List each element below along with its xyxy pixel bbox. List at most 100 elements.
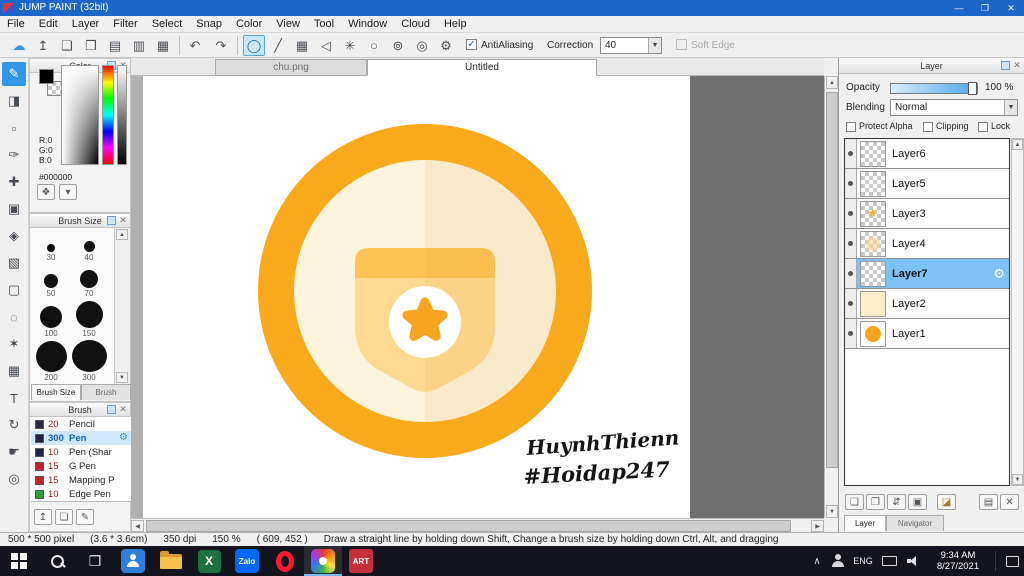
vertical-scrollbar[interactable]: ▲ ▼: [824, 76, 838, 518]
pattern-tool-icon[interactable]: ▦: [2, 359, 26, 383]
menu-snap[interactable]: Snap: [189, 16, 229, 32]
layer-settings-gear-icon[interactable]: ⚙: [993, 266, 1005, 282]
layer-row-layer7[interactable]: Layer7 ⚙: [845, 259, 1009, 289]
spiral-tool-icon[interactable]: ⊚: [387, 35, 409, 56]
layer-row-layer1[interactable]: Layer1: [845, 319, 1009, 349]
comment-icon[interactable]: ❏: [56, 35, 78, 56]
save-icon[interactable]: ☁: [8, 35, 30, 56]
protect-alpha-checkbox[interactable]: [846, 122, 856, 132]
brush-item-mapping-pen[interactable]: 15 Mapping P: [31, 473, 131, 487]
correction-dropdown[interactable]: 40 ▼: [600, 37, 662, 54]
close-panel-icon[interactable]: ✕: [1012, 59, 1022, 72]
float-panel-icon[interactable]: [107, 216, 116, 225]
layer-row-layer5[interactable]: Layer5: [845, 169, 1009, 199]
task-view-button[interactable]: ❐: [76, 546, 114, 576]
tab-brush-control[interactable]: Brush Control: [81, 384, 131, 412]
brush-size-100[interactable]: 100: [37, 300, 65, 338]
hand-tool-icon[interactable]: ☛: [2, 440, 26, 464]
float-panel-icon[interactable]: [1001, 61, 1010, 70]
opacity-slider-handle[interactable]: [968, 82, 977, 95]
tray-user-button[interactable]: [827, 546, 849, 576]
close-panel-icon[interactable]: ✕: [118, 214, 128, 227]
select-rect-tool-icon[interactable]: ▢: [2, 278, 26, 302]
ellipse-tool-icon[interactable]: ◯: [243, 35, 265, 56]
softedge-checkbox[interactable]: [676, 39, 687, 50]
circle-tool-icon[interactable]: ○: [363, 35, 385, 56]
hue-bar[interactable]: [102, 65, 114, 165]
saturation-value-picker[interactable]: [61, 65, 99, 165]
brush-item-edge-pen[interactable]: 10 Edge Pen: [31, 487, 131, 501]
lasso-tool-icon[interactable]: ◌: [2, 305, 26, 329]
layer-visibility-icon[interactable]: [845, 169, 857, 198]
brush-item-pen-sharp[interactable]: 10 Pen (Shar: [31, 445, 131, 459]
rotate-tool-icon[interactable]: ↻: [2, 413, 26, 437]
layer-visibility-icon[interactable]: [845, 259, 857, 288]
scroll-down-icon[interactable]: ▼: [1012, 474, 1023, 485]
tab-navigator[interactable]: Navigator: [886, 515, 944, 531]
new-layer-icon[interactable]: ❏: [845, 494, 864, 510]
tab-layer[interactable]: Layer: [844, 515, 886, 531]
scroll-down-icon[interactable]: ▼: [826, 505, 838, 518]
layer-visibility-icon[interactable]: [845, 229, 857, 258]
brush-item-pencil[interactable]: 20 Pencil: [31, 417, 131, 431]
scroll-up-icon[interactable]: ▲: [116, 229, 128, 240]
opacity-slider[interactable]: [890, 82, 978, 95]
taskbar-app-people[interactable]: [114, 546, 152, 576]
delete-layer-icon[interactable]: ✕: [1000, 494, 1019, 510]
tab-chu-png[interactable]: chu.png: [215, 59, 367, 76]
menu-color[interactable]: Color: [229, 16, 269, 32]
pen-tool-icon[interactable]: ✑: [2, 143, 26, 167]
menu-tool[interactable]: Tool: [307, 16, 341, 32]
perspective-tool-icon[interactable]: ◎: [411, 35, 433, 56]
search-button[interactable]: [38, 546, 76, 576]
tab-brush-size[interactable]: Brush Size: [31, 384, 81, 400]
scroll-up-icon[interactable]: ▲: [1012, 139, 1023, 150]
duplicate-layer-icon[interactable]: ❐: [866, 494, 885, 510]
scroll-up-icon[interactable]: ▲: [826, 76, 838, 89]
tab-untitled[interactable]: Untitled: [367, 59, 597, 76]
layer-folder-icon[interactable]: ◪: [937, 494, 956, 510]
layer-row-layer6[interactable]: Layer6: [845, 139, 1009, 169]
taskbar-app-art[interactable]: ART: [342, 546, 380, 576]
brush-size-200[interactable]: 200: [35, 340, 67, 382]
vertical-scroll-thumb[interactable]: [826, 92, 838, 468]
magic-wand-tool-icon[interactable]: ✶: [2, 332, 26, 356]
pages-icon[interactable]: ▥: [128, 35, 150, 56]
undo-icon[interactable]: ↶: [184, 35, 206, 56]
clock[interactable]: 9:34 AM 8/27/2021: [925, 546, 991, 576]
menu-filter[interactable]: Filter: [106, 16, 144, 32]
new-brush-icon[interactable]: ❏: [55, 509, 73, 525]
menu-file[interactable]: File: [0, 16, 32, 32]
tray-expand-button[interactable]: ∧: [807, 546, 827, 576]
close-panel-icon[interactable]: ✕: [118, 403, 128, 416]
taskbar-app-jump-paint[interactable]: [304, 546, 342, 576]
dropdown-arrow-icon[interactable]: ▼: [648, 38, 661, 53]
brush-size-150[interactable]: 150: [75, 300, 103, 338]
taskbar-app-explorer[interactable]: [152, 546, 190, 576]
menu-view[interactable]: View: [269, 16, 307, 32]
brush-size-40[interactable]: 40: [75, 230, 103, 262]
select-pen-tool-icon[interactable]: ▣: [2, 197, 26, 221]
layer-row-layer3[interactable]: Layer3: [845, 199, 1009, 229]
badge-artwork[interactable]: HuynhThienn #Hoidap247: [143, 76, 690, 518]
brush-settings-gear-icon[interactable]: ⚙: [119, 432, 128, 443]
maximize-button[interactable]: ❐: [972, 0, 998, 16]
float-panel-icon[interactable]: [107, 405, 116, 414]
horizontal-scroll-thumb[interactable]: [146, 520, 791, 532]
export-icon[interactable]: ↥: [32, 35, 54, 56]
clipping-checkbox[interactable]: [923, 122, 933, 132]
line-tool-icon[interactable]: ╱: [267, 35, 289, 56]
taskbar-app-excel[interactable]: X: [190, 546, 228, 576]
close-button[interactable]: ✕: [998, 0, 1024, 16]
edit-brush-icon[interactable]: ✎: [76, 509, 94, 525]
move-tool-icon[interactable]: ✚: [2, 170, 26, 194]
symmetry-tool-icon[interactable]: ✳: [339, 35, 361, 56]
value-bar[interactable]: [117, 65, 127, 165]
minimize-button[interactable]: —: [946, 0, 972, 16]
menu-edit[interactable]: Edit: [32, 16, 65, 32]
dot-tool-icon[interactable]: ▫: [2, 116, 26, 140]
start-button[interactable]: [0, 546, 38, 576]
volume-button[interactable]: [901, 546, 925, 576]
koma-grid-icon[interactable]: ▦: [152, 35, 174, 56]
taskbar-app-zalo[interactable]: Zalo: [228, 546, 266, 576]
